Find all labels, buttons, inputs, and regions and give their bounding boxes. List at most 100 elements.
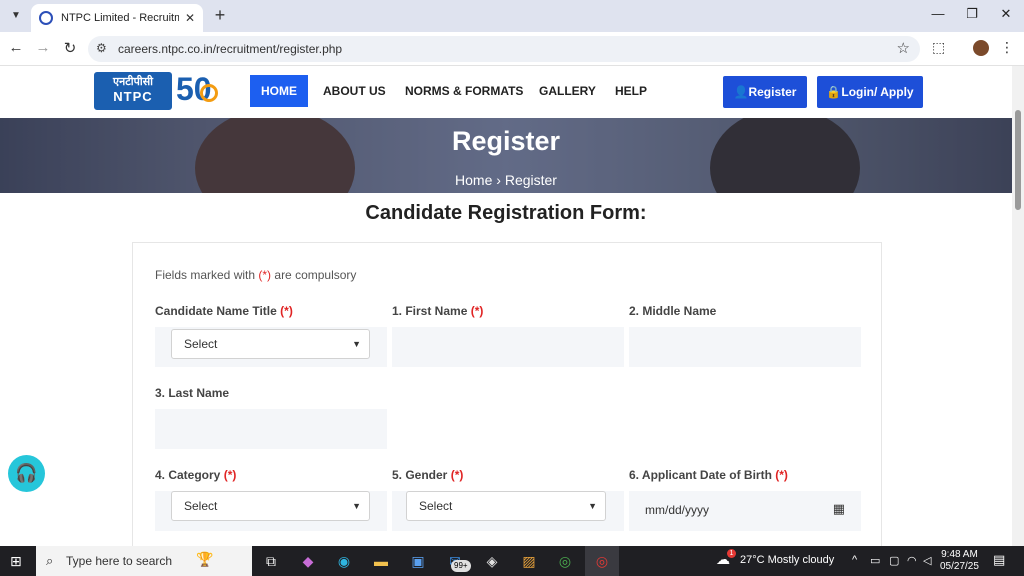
page-viewport: एनटीपीसी NTPC 50 HOME ABOUT US NORMS & F… — [0, 66, 1024, 546]
first-name-label-text: 1. First Name — [392, 304, 468, 318]
taskbar-clock[interactable]: 9:48 AM 05/27/25 — [940, 549, 979, 573]
edge-icon[interactable]: ◉ — [333, 551, 355, 571]
register-button[interactable]: 👤Register — [723, 76, 807, 108]
dropdown-caret-icon: ▼ — [352, 339, 361, 349]
breadcrumb-current: Register — [504, 172, 557, 188]
profile-avatar[interactable] — [973, 40, 989, 56]
extensions-icon[interactable]: ⬚ — [932, 39, 945, 56]
nav-about-us[interactable]: ABOUT US — [312, 75, 397, 107]
new-tab-icon[interactable]: + — [210, 5, 230, 26]
required-marker: (*) — [223, 468, 237, 482]
compulsory-note: Fields marked with (*) are compulsory — [155, 268, 356, 282]
note-suffix: are compulsory — [274, 268, 357, 282]
search-highlight-icon: 🏆 — [196, 551, 214, 567]
register-label: Register — [748, 85, 797, 99]
logo-text: NTPC — [113, 89, 153, 104]
minimize-icon[interactable]: — — [928, 6, 948, 21]
nav-home[interactable]: HOME — [250, 75, 308, 107]
calendar-icon[interactable]: ▦ — [833, 501, 845, 517]
note-prefix: Fields marked with — [155, 268, 256, 282]
wifi-icon[interactable]: ◠ — [907, 554, 917, 567]
category-field: Select ▼ — [155, 491, 387, 531]
registration-form: Fields marked with (*) are compulsory Ca… — [132, 242, 882, 546]
bookmark-star-icon[interactable]: ☆ — [897, 39, 910, 57]
last-name-input[interactable] — [155, 409, 387, 449]
anniversary-ring-icon — [200, 84, 218, 102]
note-marker: (*) — [258, 268, 272, 282]
restore-icon[interactable]: ❐ — [962, 6, 982, 22]
reload-icon[interactable]: ↻ — [60, 39, 80, 57]
tab-title: NTPC Limited - Recruitment Po — [61, 12, 179, 24]
name-title-label-text: Candidate Name Title — [155, 304, 277, 318]
url-text: careers.ntpc.co.in/recruitment/register.… — [118, 42, 343, 56]
copilot-icon[interactable]: ◆ — [297, 551, 319, 571]
nav-gallery[interactable]: GALLERY — [528, 75, 607, 107]
dropdown-caret-icon: ▼ — [588, 501, 597, 511]
scrollbar-thumb[interactable] — [1015, 110, 1021, 210]
back-icon[interactable]: ← — [6, 39, 26, 56]
device-icon[interactable]: ▢ — [889, 554, 899, 567]
headset-support-icon[interactable]: 🎧 — [8, 455, 45, 492]
taskbar-search[interactable]: ⌕ Type here to search 🏆 — [36, 546, 252, 576]
category-select-value: Select — [184, 499, 218, 513]
windows-taskbar: ⊞ ⌕ Type here to search 🏆 ⧉ ◆ ◉ ▬ ▣ ✉ 99… — [0, 546, 1024, 576]
dob-placeholder: mm/dd/yyyy — [645, 503, 710, 517]
browser-toolbar: ← → ↻ ⚙ careers.ntpc.co.in/recruitment/r… — [0, 32, 1024, 66]
browser-tab[interactable]: NTPC Limited - Recruitment Po ✕ — [31, 4, 203, 32]
category-select[interactable]: Select ▼ — [171, 491, 370, 521]
name-title-label: Candidate Name Title (*) — [155, 304, 293, 318]
tab-search-chevron-icon[interactable]: ▼ — [6, 6, 26, 26]
middle-name-input[interactable] — [629, 327, 861, 367]
user-icon: 👤 — [733, 85, 749, 99]
breadcrumb-home[interactable]: Home — [455, 172, 492, 188]
tray-chevron-icon[interactable]: ^ — [852, 554, 857, 566]
breadcrumb: Home › Register — [0, 172, 1012, 188]
windows-start-icon[interactable]: ⊞ — [10, 553, 22, 570]
last-name-label: 3. Last Name — [155, 386, 230, 400]
name-title-select[interactable]: Select ▼ — [171, 329, 370, 359]
dob-date-input[interactable]: mm/dd/yyyy ▦ — [629, 491, 861, 531]
ntpc-logo[interactable]: एनटीपीसी NTPC — [94, 72, 172, 110]
menu-kebab-icon[interactable]: ⋮ — [1000, 39, 1014, 56]
weather-text[interactable]: 27°C Mostly cloudy — [740, 554, 834, 566]
volume-icon[interactable]: ◁ — [923, 554, 931, 567]
middle-name-label: 2. Middle Name — [629, 304, 717, 318]
address-bar[interactable]: ⚙ careers.ntpc.co.in/recruitment/registe… — [88, 36, 920, 62]
notification-icon[interactable]: ▤ — [993, 552, 1005, 568]
close-tab-icon[interactable]: ✕ — [185, 11, 195, 25]
login-apply-button[interactable]: 🔒Login/ Apply — [817, 76, 923, 108]
search-icon: ⌕ — [46, 553, 54, 568]
task-view-icon[interactable]: ⧉ — [260, 551, 282, 571]
first-name-label: 1. First Name (*) — [392, 304, 483, 318]
required-marker: (*) — [775, 468, 788, 482]
forward-icon[interactable]: → — [33, 39, 53, 56]
gender-select-value: Select — [419, 499, 453, 513]
category-label: 4. Category (*) — [155, 468, 236, 482]
file-explorer-icon[interactable]: ▬ — [370, 551, 392, 571]
chrome-active-icon[interactable]: ◎ — [591, 551, 613, 571]
site-info-icon[interactable]: ⚙ — [96, 41, 107, 55]
close-window-icon[interactable]: ✕ — [996, 6, 1016, 22]
battery-icon[interactable]: ▭ — [870, 554, 880, 567]
name-title-select-value: Select — [184, 337, 218, 351]
gender-select[interactable]: Select ▼ — [406, 491, 606, 521]
photos-icon[interactable]: ▨ — [518, 551, 540, 571]
logo-hindi-text: एनटीपीसी — [113, 76, 153, 88]
hero-banner: Register Home › Register — [0, 118, 1012, 193]
gender-label: 5. Gender (*) — [392, 468, 463, 482]
browser-tab-bar: ▼ NTPC Limited - Recruitment Po ✕ + — ❐ … — [0, 0, 1024, 32]
chrome-icon[interactable]: ◎ — [554, 551, 576, 571]
dob-label: 6. Applicant Date of Birth (*) — [629, 468, 788, 482]
site-header: एनटीपीसी NTPC 50 HOME ABOUT US NORMS & F… — [0, 66, 1012, 118]
page-title: Register — [451, 126, 561, 156]
breadcrumb-separator: › — [496, 172, 501, 188]
nav-norms-formats[interactable]: NORMS & FORMATS — [394, 75, 534, 107]
weather-alert-badge: 1 — [727, 549, 736, 558]
page-scrollbar[interactable] — [1012, 66, 1024, 546]
gender-field: Select ▼ — [392, 491, 624, 531]
media-app-icon[interactable]: ◈ — [481, 551, 503, 571]
store-icon[interactable]: ▣ — [407, 551, 429, 571]
clock-date: 05/27/25 — [940, 561, 979, 572]
nav-help[interactable]: HELP — [604, 75, 658, 107]
first-name-input[interactable] — [392, 327, 624, 367]
